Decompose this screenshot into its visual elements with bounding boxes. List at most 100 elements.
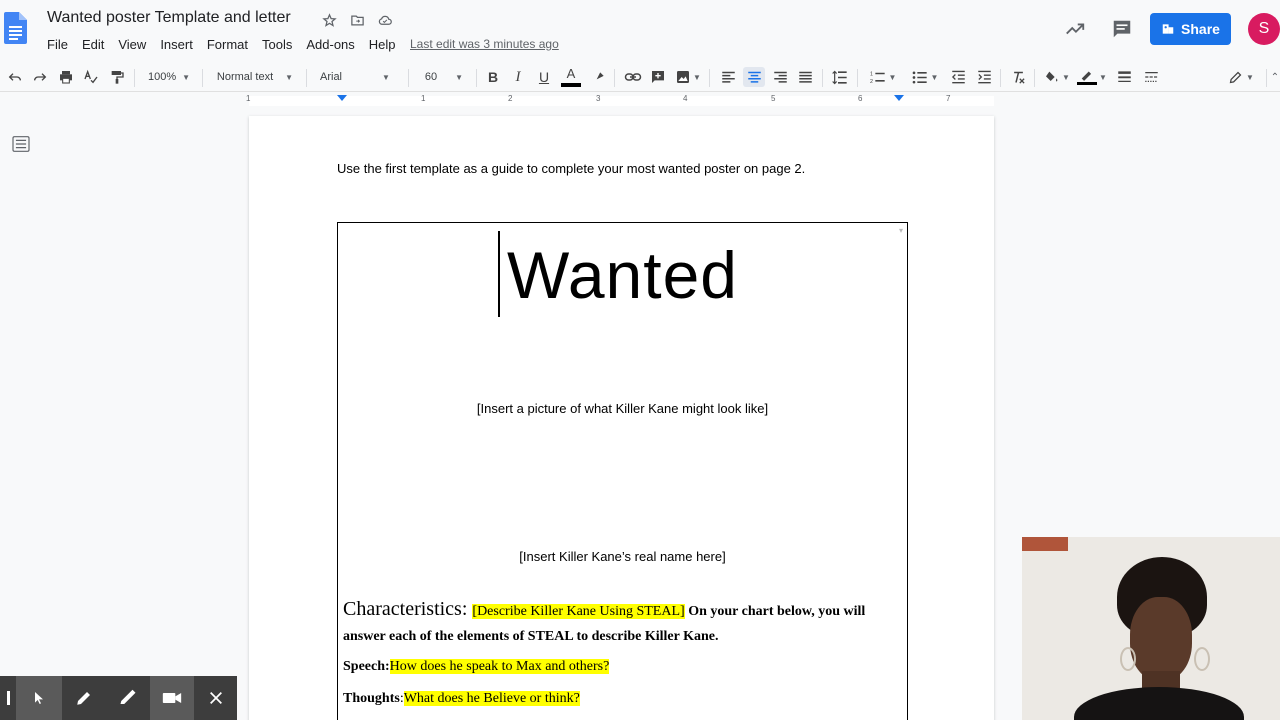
menu-file[interactable]: File <box>40 35 75 54</box>
move-folder-icon[interactable] <box>348 11 366 29</box>
account-avatar[interactable]: S <box>1248 13 1280 45</box>
intro-text: Use the first template as a guide to com… <box>337 161 806 176</box>
insert-link-icon[interactable] <box>623 67 643 87</box>
menu-help[interactable]: Help <box>362 35 403 54</box>
earring-left <box>1120 647 1136 671</box>
text-color-icon[interactable]: A <box>561 67 581 87</box>
background-picture-frame <box>1022 537 1068 551</box>
print-icon[interactable] <box>57 67 75 87</box>
speech-label: Speech: <box>343 659 390 674</box>
header-bar: Wanted poster Template and letter File E… <box>0 0 1280 60</box>
speech-prompt: How does he speak to Max and others? <box>389 659 610 674</box>
pen-icon[interactable] <box>62 676 106 720</box>
document-title[interactable]: Wanted poster Template and letter <box>47 9 291 27</box>
presenter-face <box>1130 597 1192 681</box>
characteristics-paragraph: Characteristics: [Describe Killer Kane U… <box>343 597 903 649</box>
left-indent-marker[interactable] <box>337 95 347 101</box>
zoom-select[interactable]: 100% ▼ <box>143 67 195 87</box>
last-edit-link[interactable]: Last edit was 3 minutes ago <box>410 37 559 51</box>
drag-handle[interactable] <box>0 676 16 720</box>
font-size-select[interactable]: 60 ▼ <box>418 67 470 87</box>
poster-heading: Wanted <box>506 238 738 312</box>
ruler-number: 6 <box>858 94 863 103</box>
star-icon[interactable] <box>320 11 338 29</box>
webcam-overlay <box>1022 537 1280 720</box>
highlight-color-icon[interactable] <box>591 67 607 87</box>
menu-add-ons[interactable]: Add-ons <box>299 35 361 54</box>
share-label: Share <box>1181 21 1220 37</box>
paragraph-style-value: Normal text <box>216 71 274 83</box>
wanted-poster-table[interactable]: ▾ Wanted [Insert a picture of what Kille… <box>337 222 908 720</box>
bold-icon[interactable]: B <box>485 67 501 87</box>
insert-image-icon[interactable]: ▼ <box>675 67 701 87</box>
pointer-icon[interactable] <box>16 676 62 720</box>
right-indent-marker[interactable] <box>894 95 904 101</box>
underline-icon[interactable]: U <box>536 67 552 87</box>
ruler-number: 3 <box>596 94 601 103</box>
name-placeholder-text: [Insert Killer Kane’s real name here] <box>519 549 726 564</box>
menu-edit[interactable]: Edit <box>75 35 111 54</box>
ruler-number: 7 <box>946 94 951 103</box>
menu-tools[interactable]: Tools <box>255 35 299 54</box>
align-left-icon[interactable] <box>719 67 737 87</box>
border-dash-icon[interactable] <box>1142 67 1160 87</box>
speech-line: Speech:How does he speak to Max and othe… <box>343 659 610 675</box>
menu-format[interactable]: Format <box>200 35 255 54</box>
characteristics-highlight: [Describe Killer Kane Using STEAL] <box>472 604 685 619</box>
svg-text:2: 2 <box>870 78 873 84</box>
font-value: Arial <box>320 71 343 83</box>
close-icon[interactable] <box>194 676 237 720</box>
increase-indent-icon[interactable] <box>975 67 993 87</box>
justify-icon[interactable] <box>796 67 814 87</box>
ruler-number: 4 <box>683 94 688 103</box>
zoom-value: 100% <box>147 71 177 83</box>
google-docs-window: Wanted poster Template and letter File E… <box>0 0 1280 720</box>
table-menu-icon[interactable]: ▾ <box>899 226 903 235</box>
highlighter-icon[interactable] <box>106 676 150 720</box>
document-outline-icon[interactable] <box>12 136 30 152</box>
bulleted-list-icon[interactable]: ▼ <box>908 67 942 87</box>
menu-insert[interactable]: Insert <box>153 35 200 54</box>
earring-right <box>1194 647 1210 671</box>
comment-history-icon[interactable] <box>1111 18 1133 40</box>
undo-icon[interactable] <box>6 67 24 87</box>
italic-icon[interactable]: I <box>510 67 526 87</box>
share-button[interactable]: Share <box>1150 13 1231 45</box>
decrease-indent-icon[interactable] <box>949 67 967 87</box>
thoughts-prompt: What does he Believe or think? <box>403 691 580 706</box>
document-page[interactable]: Use the first template as a guide to com… <box>249 116 994 720</box>
svg-text:1: 1 <box>870 71 873 77</box>
thoughts-line: Thoughts:What does he Believe or think? <box>343 691 580 707</box>
font-select[interactable]: Arial ▼ <box>316 67 402 87</box>
activity-dashboard-icon[interactable] <box>1064 18 1086 40</box>
annotation-toolbar <box>0 676 237 720</box>
thoughts-label: Thoughts <box>343 691 400 706</box>
ruler-bar <box>249 96 994 106</box>
align-right-icon[interactable] <box>771 67 789 87</box>
characteristics-title: Characteristics: <box>343 598 473 620</box>
border-style-icon[interactable]: ▼ <box>1077 67 1107 87</box>
redo-icon[interactable] <box>31 67 49 87</box>
formatting-toolbar: 100% ▼ Normal text ▼ Arial ▼ 60 ▼ B I U A <box>0 62 1280 92</box>
menu-bar: File Edit View Insert Format Tools Add-o… <box>40 35 403 54</box>
border-width-icon[interactable] <box>1115 67 1133 87</box>
ruler-number: 5 <box>771 94 776 103</box>
border-color-icon[interactable]: ▼ <box>1042 67 1072 87</box>
paint-format-icon[interactable] <box>108 67 126 87</box>
spellcheck-icon[interactable] <box>82 67 100 87</box>
camera-icon[interactable] <box>150 676 194 720</box>
font-size-value: 60 <box>424 71 438 83</box>
cloud-saved-icon[interactable] <box>376 11 394 29</box>
docs-logo-icon[interactable] <box>4 12 27 44</box>
line-spacing-icon[interactable] <box>831 67 849 87</box>
clear-formatting-icon[interactable] <box>1009 67 1027 87</box>
ruler-number: 1 <box>246 94 251 103</box>
align-center-icon[interactable] <box>743 67 765 87</box>
menu-view[interactable]: View <box>111 35 153 54</box>
paragraph-style-select[interactable]: Normal text ▼ <box>212 67 298 87</box>
numbered-list-icon[interactable]: 12 ▼ <box>866 67 900 87</box>
collapse-toolbar-icon[interactable]: ⌃ <box>1270 67 1280 87</box>
add-comment-icon[interactable] <box>649 67 667 87</box>
ruler-number: 2 <box>508 94 513 103</box>
editing-mode-icon[interactable]: ▼ <box>1225 67 1257 87</box>
